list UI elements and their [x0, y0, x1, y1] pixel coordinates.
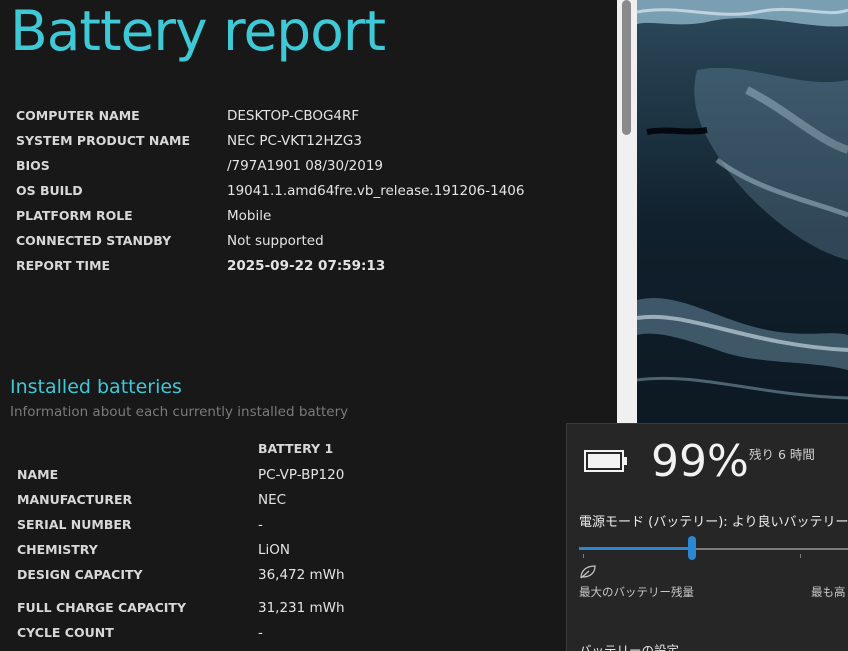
battery-key: SERIAL NUMBER	[17, 517, 132, 532]
info-key: CONNECTED STANDBY	[16, 233, 172, 248]
info-key: REPORT TIME	[16, 258, 111, 273]
battery-value: -	[258, 517, 263, 533]
info-value: Not supported	[227, 233, 324, 249]
info-key: OS BUILD	[16, 183, 83, 198]
battery-key: NAME	[17, 467, 59, 482]
battery-value: 36,472 mWh	[258, 567, 345, 583]
info-value: /797A1901 08/30/2019	[227, 158, 384, 174]
info-key: COMPUTER NAME	[16, 108, 140, 123]
slider-label-best-performance: 最も高し	[811, 585, 848, 599]
battery-key: CHEMISTRY	[17, 542, 98, 557]
section-title-installed-batteries: Installed batteries	[10, 376, 182, 398]
battery-value: -	[258, 625, 263, 641]
info-value: DESKTOP-CBOG4RF	[227, 108, 360, 124]
battery-key: CYCLE COUNT	[17, 625, 114, 640]
battery-value: 31,231 mWh	[258, 600, 345, 616]
slider-tick	[583, 554, 584, 558]
battery-value: NEC	[258, 492, 287, 508]
battery-key: FULL CHARGE CAPACITY	[17, 600, 186, 615]
page-title: Battery report	[10, 0, 386, 63]
battery-settings-link[interactable]: バッテリーの設定	[579, 640, 679, 651]
battery-value: PC-VP-BP120	[258, 467, 345, 483]
scrollbar-thumb[interactable]	[622, 0, 631, 135]
battery-report-page: Battery report COMPUTER NAME DESKTOP-CBO…	[0, 0, 617, 650]
slider-fill	[579, 547, 692, 550]
section-subtitle: Information about each currently install…	[10, 404, 349, 420]
battery-flyout: 99% 残り 6 時間 電源モード (バッテリー): より良いバッテリー 最大の…	[566, 423, 848, 651]
info-value: 2025-09-22 07:59:13	[227, 258, 386, 274]
battery-icon	[584, 450, 627, 472]
slider-label-best-battery: 最大のバッテリー残量	[579, 585, 694, 599]
battery-column-header: BATTERY 1	[258, 441, 334, 456]
power-mode-label: 電源モード (バッテリー): より良いバッテリー	[579, 515, 848, 530]
leaf-icon	[580, 565, 596, 579]
battery-key: DESIGN CAPACITY	[17, 567, 143, 582]
info-value: 19041.1.amd64fre.vb_release.191206-1406	[227, 183, 525, 199]
slider-thumb[interactable]	[688, 536, 696, 560]
battery-value: LiON	[258, 542, 290, 558]
info-key: SYSTEM PRODUCT NAME	[16, 133, 191, 148]
battery-time-remaining: 残り 6 時間	[749, 447, 815, 462]
slider-tick	[800, 554, 801, 558]
info-key: PLATFORM ROLE	[16, 208, 133, 223]
info-value: NEC PC-VKT12HZG3	[227, 133, 362, 149]
info-key: BIOS	[16, 158, 50, 173]
battery-percent: 99%	[651, 436, 749, 487]
info-value: Mobile	[227, 208, 272, 224]
battery-key: MANUFACTURER	[17, 492, 133, 507]
power-mode-slider[interactable]	[579, 536, 848, 565]
